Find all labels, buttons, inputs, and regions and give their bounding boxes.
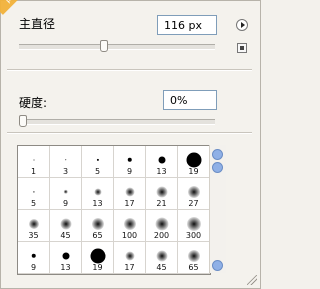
scroll-down-button[interactable] xyxy=(212,162,223,173)
brush-size-label: 13 xyxy=(60,263,71,272)
diameter-slider-thumb[interactable] xyxy=(99,40,108,52)
brush-preset-cell[interactable]: 13 xyxy=(50,242,82,274)
brush-size-label: 45 xyxy=(156,263,167,272)
brush-tip-icon xyxy=(158,156,165,164)
hardness-label: 硬度: xyxy=(19,96,48,110)
brush-size-label: 9 xyxy=(30,263,37,272)
brush-preset-cell[interactable]: 5 xyxy=(18,178,50,210)
brush-tip-icon xyxy=(91,217,104,230)
brush-size-label: 65 xyxy=(92,231,103,240)
brush-preset-cell[interactable]: 9 xyxy=(50,178,82,210)
hardness-input[interactable]: 0% xyxy=(163,90,217,110)
brush-preset-cell[interactable]: 45 xyxy=(146,242,178,274)
watermark-ribbon: picture xyxy=(0,0,40,15)
brush-preset-cell[interactable]: 65 xyxy=(82,210,114,242)
panel-separator xyxy=(7,69,252,71)
brush-preset-cell[interactable]: 65 xyxy=(178,242,210,274)
brush-preset-cell[interactable]: 9 xyxy=(18,242,50,274)
brush-tip-icon xyxy=(64,158,67,161)
brush-tip-icon xyxy=(127,157,132,162)
panel-separator-2 xyxy=(7,132,252,134)
brush-size-label: 45 xyxy=(60,231,71,240)
brush-preset-cell[interactable]: 19 xyxy=(82,242,114,274)
brush-size-label: 300 xyxy=(185,231,202,240)
brush-tip-icon xyxy=(60,218,71,230)
brush-grid-scrollbar[interactable] xyxy=(209,145,226,273)
hardness-slider-thumb[interactable] xyxy=(19,115,27,127)
brush-preset-cell[interactable]: 300 xyxy=(178,210,210,242)
brush-size-label: 1 xyxy=(30,167,37,176)
brush-tip-icon xyxy=(186,216,201,231)
brush-size-label: 35 xyxy=(28,231,39,240)
brush-size-label: 200 xyxy=(153,231,170,240)
brush-size-label: 9 xyxy=(126,167,133,176)
brush-preset-cell[interactable]: 19 xyxy=(178,146,210,178)
brush-size-label: 13 xyxy=(92,199,103,208)
brush-tip-icon xyxy=(28,218,39,229)
brush-tip-icon xyxy=(94,188,101,196)
panel-menu-icon[interactable] xyxy=(236,19,248,31)
brush-size-label: 65 xyxy=(188,263,199,272)
brush-tip-icon xyxy=(62,252,69,260)
brush-size-label: 17 xyxy=(124,199,135,208)
brush-preset-cell[interactable]: 5 xyxy=(82,146,114,178)
brush-preset-cell[interactable]: 3 xyxy=(50,146,82,178)
brush-tip-icon xyxy=(125,251,134,261)
brush-preset-cell[interactable]: 200 xyxy=(146,210,178,242)
brush-size-label: 9 xyxy=(62,199,69,208)
brush-size-label: 3 xyxy=(62,167,69,176)
brush-tip-icon xyxy=(33,159,34,161)
brush-preset-cell[interactable]: 17 xyxy=(114,242,146,274)
brush-size-label: 5 xyxy=(30,199,37,208)
diameter-slider-track[interactable] xyxy=(19,44,215,50)
brush-preset-cell[interactable]: 45 xyxy=(50,210,82,242)
brush-tip-icon xyxy=(31,253,36,258)
brush-panel: picture 主直径 116 px 硬度: 0% 13591319591317… xyxy=(0,0,261,289)
brush-tip-icon xyxy=(156,250,167,262)
brush-preset-cell[interactable]: 100 xyxy=(114,210,146,242)
resize-grip-icon[interactable] xyxy=(247,275,257,285)
brush-grid: 1 3 5 9 13 19 5 9 13 17 21 27 35 45 65 100 200 300 9 13 19 17… xyxy=(18,146,210,274)
brush-size-label: 100 xyxy=(121,231,138,240)
brush-preset-cell[interactable]: 9 xyxy=(114,146,146,178)
brush-preset-cell[interactable]: 13 xyxy=(82,178,114,210)
brush-tip-icon xyxy=(155,217,168,231)
brush-size-label: 27 xyxy=(188,199,199,208)
brush-size-label: 19 xyxy=(92,263,103,272)
diameter-label: 主直径 xyxy=(19,17,56,31)
hardness-slider-track[interactable] xyxy=(19,119,215,125)
brush-size-label: 19 xyxy=(188,167,199,176)
brush-tip-icon xyxy=(63,189,68,194)
brush-tip-icon xyxy=(123,217,136,230)
diameter-input[interactable]: 116 px xyxy=(157,15,217,35)
scroll-up-button[interactable] xyxy=(212,149,223,160)
brush-preset-cell[interactable]: 17 xyxy=(114,178,146,210)
brush-tip-icon xyxy=(90,248,105,264)
brush-size-label: 21 xyxy=(156,199,167,208)
brush-tip-icon xyxy=(187,185,200,198)
brush-preset-cell[interactable]: 21 xyxy=(146,178,178,210)
brush-tip-icon xyxy=(32,190,35,193)
brush-tip-icon xyxy=(186,152,201,168)
brush-preset-grid: 1 3 5 9 13 19 5 9 13 17 21 27 35 45 65 100 200 300 9 13 19 17… xyxy=(17,145,211,275)
brush-preset-cell[interactable]: 35 xyxy=(18,210,50,242)
brush-tip-icon xyxy=(125,187,134,197)
brush-tip-icon xyxy=(187,249,200,262)
brush-size-label: 13 xyxy=(156,167,167,176)
brush-preset-cell[interactable]: 1 xyxy=(18,146,50,178)
brush-size-label: 5 xyxy=(94,167,101,176)
brush-tip-icon xyxy=(96,158,99,161)
new-brush-icon[interactable] xyxy=(237,43,247,53)
scroll-end-button[interactable] xyxy=(212,260,223,271)
brush-preset-cell[interactable]: 13 xyxy=(146,146,178,178)
brush-preset-cell[interactable]: 27 xyxy=(178,178,210,210)
brush-size-label: 17 xyxy=(124,263,135,272)
brush-tip-icon xyxy=(156,186,167,198)
